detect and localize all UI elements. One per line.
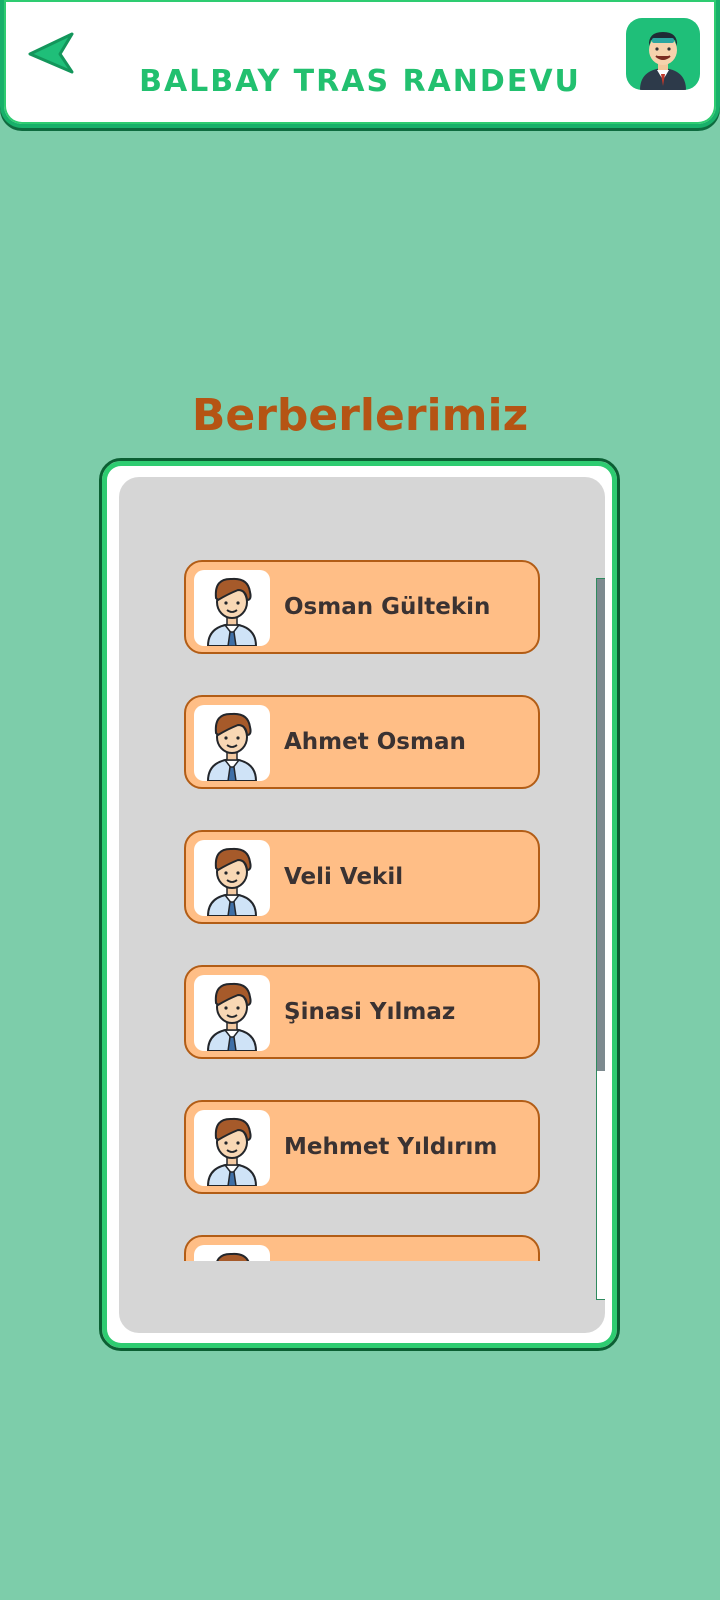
barber-list-container: Osman Gültekin Ahmet Osman Veli Vekil Şi…: [119, 477, 605, 1333]
barber-item[interactable]: Ahmet Osman: [184, 695, 540, 789]
scrollbar-track[interactable]: [596, 578, 605, 1300]
barber-avatar-icon: [206, 1117, 258, 1186]
profile-button[interactable]: [626, 18, 700, 90]
barber-name: Mehmet Yıldırım: [284, 1134, 498, 1160]
barber-name: Veli Vekil: [284, 864, 404, 890]
barber-item[interactable]: Osman Gültekin: [184, 560, 540, 654]
barber-avatar: [194, 705, 270, 781]
barber-avatar: [194, 975, 270, 1051]
barber-avatar: [194, 570, 270, 646]
barber-item[interactable]: Şinasi Yılmaz: [184, 965, 540, 1059]
barber-avatar: [194, 1110, 270, 1186]
barber-name: Şinasi Yılmaz: [284, 999, 456, 1025]
section-title: Berberlerimiz: [191, 390, 529, 441]
barber-item[interactable]: [184, 1235, 540, 1261]
barber-avatar-icon: [206, 712, 258, 781]
barber-avatar-icon: [640, 32, 686, 90]
scrollbar-thumb[interactable]: [597, 579, 605, 1071]
top-app-bar: BALBAY TRAS RANDEVU: [0, 0, 720, 128]
barber-avatar-icon: [206, 982, 258, 1051]
barber-item[interactable]: Veli Vekil: [184, 830, 540, 924]
barber-avatar: [194, 1245, 270, 1261]
barber-avatar-icon: [206, 577, 258, 646]
barber-avatar-icon: [216, 1252, 250, 1261]
app-title: BALBAY TRAS RANDEVU: [139, 64, 581, 99]
barber-name: Ahmet Osman: [284, 729, 466, 755]
barber-avatar: [194, 840, 270, 916]
barber-item[interactable]: Mehmet Yıldırım: [184, 1100, 540, 1194]
barber-list[interactable]: Osman Gültekin Ahmet Osman Veli Vekil Şi…: [184, 560, 540, 1261]
barber-list-panel: Osman Gültekin Ahmet Osman Veli Vekil Şi…: [99, 458, 620, 1351]
barber-avatar-icon: [206, 847, 258, 916]
barber-name: Osman Gültekin: [284, 594, 491, 620]
